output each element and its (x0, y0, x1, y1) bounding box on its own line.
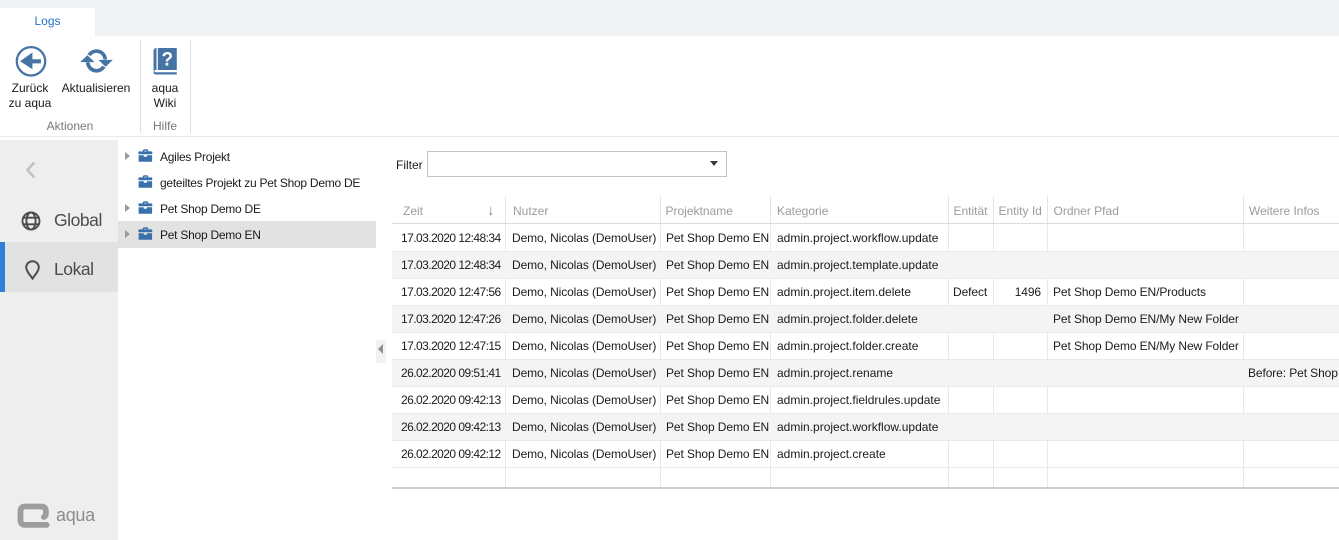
svg-text:?: ? (161, 50, 173, 71)
